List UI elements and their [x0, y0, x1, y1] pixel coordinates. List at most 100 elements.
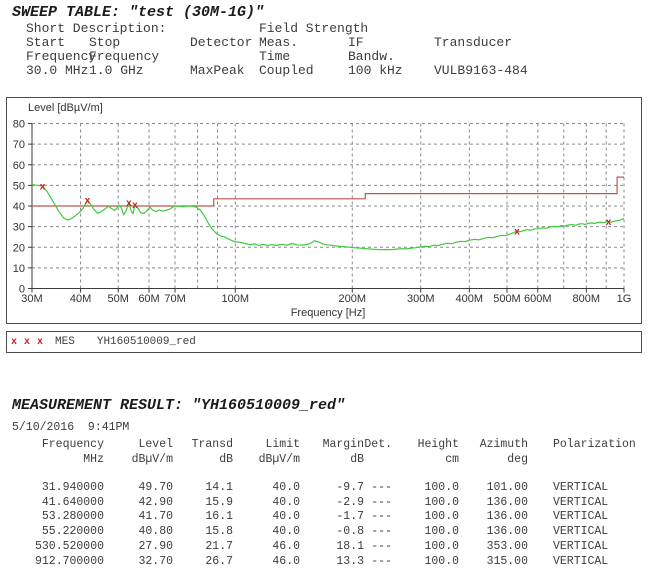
y-tick-label: 10 [13, 263, 25, 275]
x-tick-label: 100M [221, 293, 249, 305]
table-header-row-cell-4: Margin [300, 437, 364, 452]
table-row-cell-8: VERTICAL [553, 525, 608, 540]
table-header-row: FrequencyLevelTransdLimitMarginDet.Heigh… [12, 437, 636, 452]
table-row: 912.70000032.7026.746.013.3---100.0315.0… [12, 555, 636, 570]
table-units-row-cell-0: MHz [12, 452, 104, 467]
measurement-trace [32, 185, 624, 250]
table-row-cell-1: 41.70 [104, 510, 173, 525]
table-row-cell-4: 18.1 [300, 540, 364, 555]
table-units-row-cell-2: dB [173, 452, 233, 467]
y-tick-label: 30 [13, 222, 25, 234]
table-header-row-cell-2: Transd [173, 437, 233, 452]
x-tick-label: 400M [456, 293, 484, 305]
table-row-cell-8: VERTICAL [553, 540, 608, 555]
table-row-cell-4: 13.3 [300, 555, 364, 570]
table-header-row-cell-1: Level [104, 437, 173, 452]
y-tick-label: 60 [13, 160, 25, 172]
x-marker-icon: x [11, 337, 17, 348]
table-row-cell-0: 912.700000 [12, 555, 104, 570]
legend-trace-name: YH160510009_red [97, 336, 196, 348]
table-units-row-cell-5 [364, 452, 392, 467]
table-row-cell-3: 46.0 [233, 540, 300, 555]
table-row-cell-3: 40.0 [233, 481, 300, 496]
x-axis-title: Frequency [Hz] [291, 307, 366, 319]
table-row-cell-4: -9.7 [300, 481, 364, 496]
table-row-cell-7: 101.00 [459, 481, 528, 496]
measurement-result-title: MEASUREMENT RESULT: "YH160510009_red" [12, 397, 345, 414]
x-tick-label: 60M [138, 293, 159, 305]
table-row: 53.28000041.7016.140.0-1.7---100.0136.00… [12, 510, 636, 525]
emc-test-report: SWEEP TABLE: "test (30M-1G)" Short Descr… [0, 0, 651, 588]
x-marker-icon: x [24, 337, 30, 348]
table-header-row-cell-7: Azimuth [459, 437, 528, 452]
table-row-cell-1: 27.90 [104, 540, 173, 555]
table-row-cell-1: 32.70 [104, 555, 173, 570]
sweep-param-value-5: VULB9163-484 [434, 63, 528, 78]
sweep-param-label-2: Detector [190, 35, 252, 50]
table-row-cell-5: --- [364, 555, 392, 570]
table-row-cell-5: --- [364, 496, 392, 511]
table-row-cell-8: VERTICAL [553, 555, 608, 570]
table-row-cell-5: --- [364, 525, 392, 540]
table-row-cell-5: --- [364, 510, 392, 525]
sweep-param-label-1: Stop [89, 35, 120, 50]
table-row-cell-2: 21.7 [173, 540, 233, 555]
trace-legend: xxx MES YH160510009_red [6, 331, 642, 353]
sweep-param-value-0: 30.0 MHz [26, 63, 88, 78]
table-row-cell-2: 15.9 [173, 496, 233, 511]
table-row-cell-4: -0.8 [300, 525, 364, 540]
table-row-cell-7: 136.00 [459, 510, 528, 525]
measurement-datetime: 5/10/2016 9:41PM [12, 421, 129, 434]
sweep-param-label-3: Meas. [259, 35, 298, 50]
table-row-cell-0: 530.520000 [12, 540, 104, 555]
table-row-cell-1: 40.80 [104, 525, 173, 540]
table-row-cell-8: VERTICAL [553, 496, 608, 511]
sweep-param-label-1: Frequency [89, 49, 159, 64]
table-header-row-cell-5: Det. [364, 437, 392, 452]
table-row-cell-7: 136.00 [459, 525, 528, 540]
x-tick-label: 800M [573, 293, 601, 305]
table-row-cell-8: VERTICAL [553, 510, 608, 525]
table-units-row: MHzdBµV/mdBdBµV/mdBcmdeg [12, 452, 636, 467]
x-marker-icon: x [606, 217, 612, 228]
x-tick-label: 1G [617, 293, 632, 305]
x-marker-icon: x [40, 181, 46, 192]
table-row-cell-2: 16.1 [173, 510, 233, 525]
table-row-cell-3: 40.0 [233, 510, 300, 525]
table-row-cell-4: -2.9 [300, 496, 364, 511]
y-tick-label: 70 [13, 139, 25, 151]
table-row-cell-2: 15.8 [173, 525, 233, 540]
sweep-param-label-0: Start [26, 35, 65, 50]
sweep-param-value-2: MaxPeak [190, 63, 245, 78]
legend-trace-label: MES [55, 336, 75, 348]
y-tick-label: 40 [13, 201, 25, 213]
table-row: 530.52000027.9021.746.018.1---100.0353.0… [12, 540, 636, 555]
level-chart: 0102030405060708030M40M50M60M70M100M200M… [6, 97, 642, 324]
x-tick-label: 600M [524, 293, 552, 305]
level-vs-frequency-plot: 0102030405060708030M40M50M60M70M100M200M… [7, 98, 641, 323]
sweep-param-label-3: Time [259, 49, 290, 64]
short-description-label: Short Description: [26, 21, 166, 36]
short-description-value: Field Strength [259, 21, 368, 36]
table-row-cell-6: 100.0 [392, 540, 459, 555]
measurement-result-table: FrequencyLevelTransdLimitMarginDet.Heigh… [12, 437, 636, 569]
table-row-cell-2: 26.7 [173, 555, 233, 570]
x-tick-label: 300M [407, 293, 435, 305]
y-tick-label: 20 [13, 242, 25, 254]
x-tick-label: 70M [164, 293, 185, 305]
table-row: 31.94000049.7014.140.0-9.7---100.0101.00… [12, 481, 636, 496]
x-tick-label: 200M [339, 293, 367, 305]
table-row-cell-6: 100.0 [392, 525, 459, 540]
sweep-param-label-4: Bandw. [348, 49, 395, 64]
table-header-row-cell-6: Height [392, 437, 459, 452]
table-row-cell-7: 136.00 [459, 496, 528, 511]
sweep-param-value-4: 100 kHz [348, 63, 403, 78]
table-row-cell-0: 55.220000 [12, 525, 104, 540]
table-units-row-cell-1: dBµV/m [104, 452, 173, 467]
table-row-cell-0: 31.940000 [12, 481, 104, 496]
sweep-param-label-5: Transducer [434, 35, 512, 50]
table-units-row-cell-7: deg [459, 452, 528, 467]
table-row-cell-5: --- [364, 481, 392, 496]
x-tick-label: 500M [493, 293, 521, 305]
sweep-param-label-0: Frequency [26, 49, 96, 64]
